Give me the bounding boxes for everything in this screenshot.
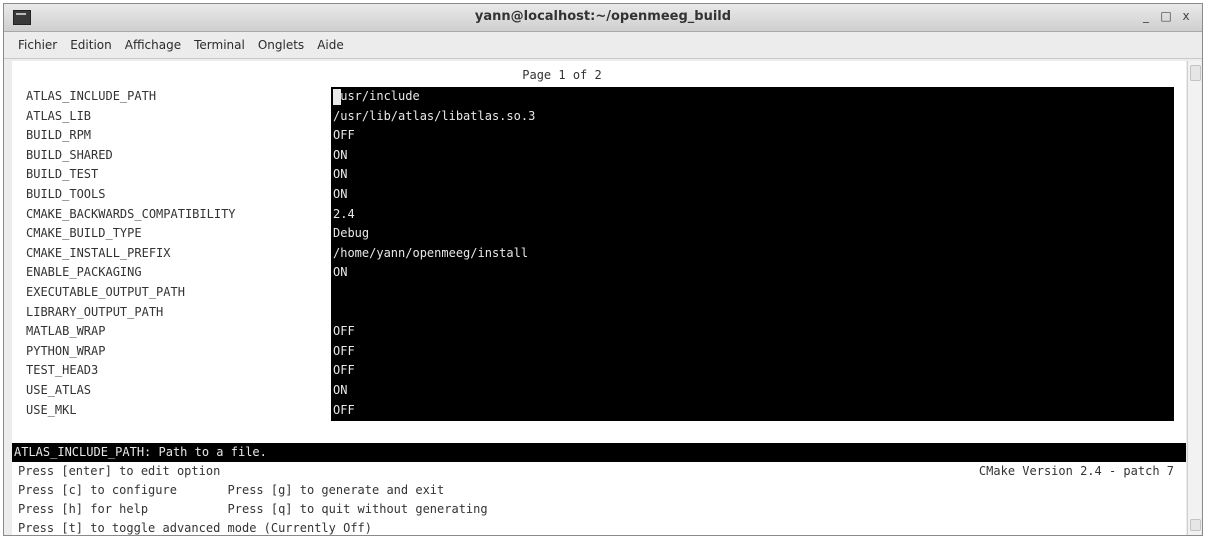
option-name[interactable]: TEST_HEAD3 — [26, 361, 98, 380]
option-name[interactable]: CMAKE_BACKWARDS_COMPATIBILITY — [26, 205, 236, 224]
option-name[interactable]: CMAKE_INSTALL_PREFIX — [26, 244, 171, 263]
option-value[interactable]: ON — [333, 146, 347, 165]
option-name[interactable]: ENABLE_PACKAGING — [26, 263, 142, 282]
window-controls: _ □ x — [1140, 9, 1192, 23]
window-title: yann@localhost:~/openmeeg_build — [474, 9, 732, 24]
option-name[interactable]: USE_MKL — [26, 401, 77, 420]
menu-affichage[interactable]: Affichage — [125, 38, 181, 52]
option-name[interactable]: CMAKE_BUILD_TYPE — [26, 224, 142, 243]
option-value[interactable]: OFF — [333, 322, 355, 341]
scrollbar-thumb[interactable] — [1190, 65, 1201, 81]
option-description: ATLAS_INCLUDE_PATH: Path to a file. — [12, 443, 1186, 462]
menu-aide[interactable]: Aide — [317, 38, 344, 52]
menu-terminal[interactable]: Terminal — [194, 38, 245, 52]
menu-bar: Fichier Edition Affichage Terminal Ongle… — [4, 32, 1202, 59]
menu-fichier[interactable]: Fichier — [18, 38, 57, 52]
option-name[interactable]: USE_ATLAS — [26, 381, 91, 400]
option-value[interactable]: 2.4 — [333, 205, 355, 224]
scrollbar-bottom-arrow[interactable] — [1190, 519, 1201, 531]
terminal-screen[interactable]: Page 1 of 2 ATLAS_INCLUDE_PATH/usr/inclu… — [12, 61, 1186, 535]
option-value[interactable]: OFF — [333, 342, 355, 361]
option-value[interactable]: /usr/include — [333, 87, 420, 106]
text-cursor — [333, 89, 341, 105]
option-name[interactable]: EXECUTABLE_OUTPUT_PATH — [26, 283, 185, 302]
option-value[interactable]: OFF — [333, 401, 355, 420]
option-name[interactable]: BUILD_TEST — [26, 165, 98, 184]
option-name[interactable]: BUILD_RPM — [26, 126, 91, 145]
terminal-scrollbar[interactable] — [1187, 61, 1201, 535]
option-value[interactable]: ON — [333, 381, 347, 400]
option-value[interactable]: ON — [333, 165, 347, 184]
maximize-button[interactable]: □ — [1160, 9, 1172, 23]
minimize-button[interactable]: _ — [1140, 9, 1152, 23]
option-value[interactable]: Debug — [333, 224, 369, 243]
page-indicator: Page 1 of 2 — [522, 68, 602, 82]
option-name[interactable]: ATLAS_LIB — [26, 107, 91, 126]
help-line-help: Press [h] for help Press [q] to quit wit… — [18, 502, 488, 516]
help-line-configure: Press [c] to configure Press [g] to gene… — [18, 483, 445, 497]
close-button[interactable]: x — [1180, 9, 1192, 23]
help-line-enter: Press [enter] to edit option — [18, 464, 221, 478]
option-name[interactable]: BUILD_TOOLS — [26, 185, 105, 204]
option-name[interactable]: LIBRARY_OUTPUT_PATH — [26, 303, 163, 322]
option-value[interactable]: /usr/lib/atlas/libatlas.so.3 — [333, 107, 535, 126]
title-bar[interactable]: yann@localhost:~/openmeeg_build _ □ x — [4, 4, 1202, 32]
option-value[interactable]: ON — [333, 263, 347, 282]
option-name[interactable]: BUILD_SHARED — [26, 146, 113, 165]
menu-edition[interactable]: Edition — [70, 38, 112, 52]
terminal-window: yann@localhost:~/openmeeg_build _ □ x Fi… — [3, 3, 1203, 536]
help-line-toggle: Press [t] to toggle advanced mode (Curre… — [18, 521, 373, 535]
option-name[interactable]: PYTHON_WRAP — [26, 342, 105, 361]
option-value[interactable]: ON — [333, 185, 347, 204]
option-name[interactable]: ATLAS_INCLUDE_PATH — [26, 87, 156, 106]
menu-onglets[interactable]: Onglets — [258, 38, 304, 52]
cmake-version: CMake Version 2.4 - patch 7 — [978, 464, 1174, 478]
option-value[interactable]: /home/yann/openmeeg/install — [333, 244, 528, 263]
option-value[interactable]: OFF — [333, 126, 355, 145]
option-value[interactable]: OFF — [333, 361, 355, 380]
option-name[interactable]: MATLAB_WRAP — [26, 322, 105, 341]
